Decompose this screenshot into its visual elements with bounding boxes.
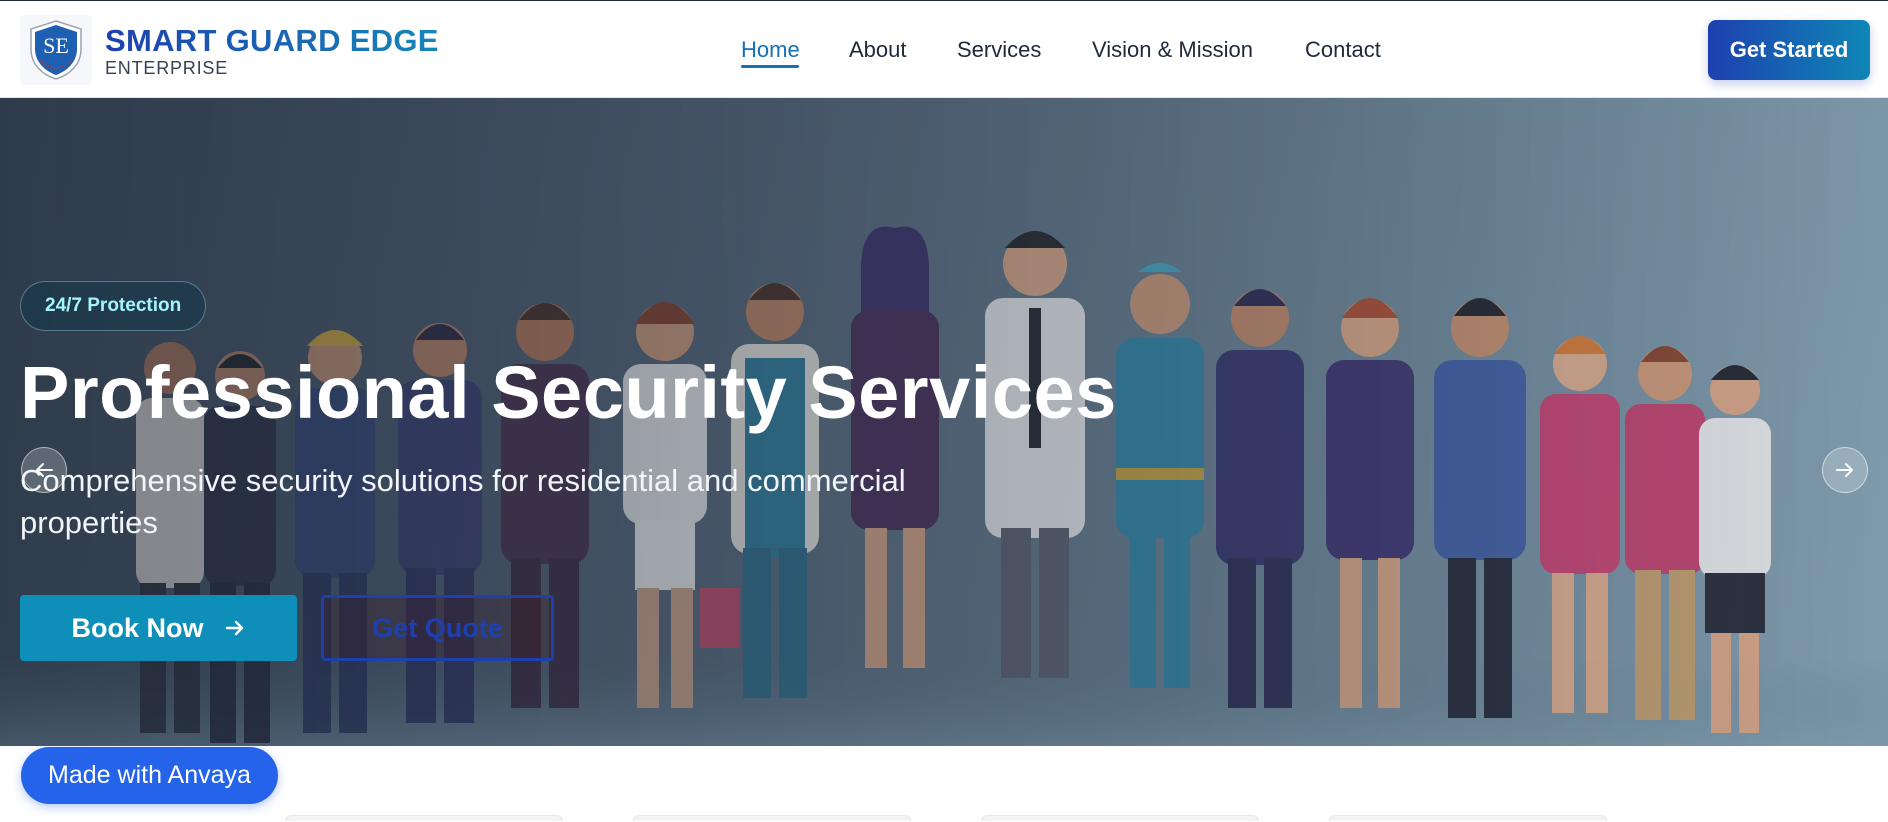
nav-services[interactable]: Services — [957, 37, 1041, 63]
service-card-peek — [633, 815, 911, 821]
hero-title: Professional Security Services — [20, 351, 1117, 434]
nav-home[interactable]: Home — [741, 37, 800, 63]
logo-letters: SE — [43, 33, 69, 58]
carousel-next-button[interactable] — [1822, 447, 1868, 493]
hero-section: 24/7 Protection Professional Security Se… — [0, 98, 1888, 746]
active-nav-indicator — [741, 65, 799, 68]
nav-contact[interactable]: Contact — [1305, 37, 1381, 63]
book-now-button[interactable]: Book Now — [20, 595, 297, 661]
nav-about[interactable]: About — [849, 37, 907, 63]
nav-vision-mission[interactable]: Vision & Mission — [1092, 37, 1253, 63]
logo[interactable]: SE — [20, 15, 92, 85]
book-now-label: Book Now — [71, 612, 204, 643]
site-header: SE SMART GUARD EDGE ENTERPRISE Home Abou… — [0, 0, 1888, 98]
get-started-button[interactable]: Get Started — [1708, 20, 1870, 80]
carousel-prev-button[interactable] — [21, 447, 67, 493]
arrow-right-icon — [225, 620, 243, 636]
service-card-peek — [285, 815, 563, 821]
protection-badge: 24/7 Protection — [20, 281, 207, 331]
service-card-peek — [1329, 815, 1607, 821]
made-with-anvaya-badge[interactable]: Made with Anvaya — [21, 747, 278, 804]
get-quote-button[interactable]: Get Quote — [321, 595, 554, 661]
brand-title[interactable]: SMART GUARD EDGE — [105, 23, 439, 59]
hero-description: Comprehensive security solutions for res… — [20, 463, 906, 540]
brand-subtitle: ENTERPRISE — [105, 58, 229, 78]
arrow-right-icon — [1836, 463, 1853, 477]
service-card-peek — [981, 815, 1259, 821]
arrow-left-icon — [36, 463, 53, 477]
